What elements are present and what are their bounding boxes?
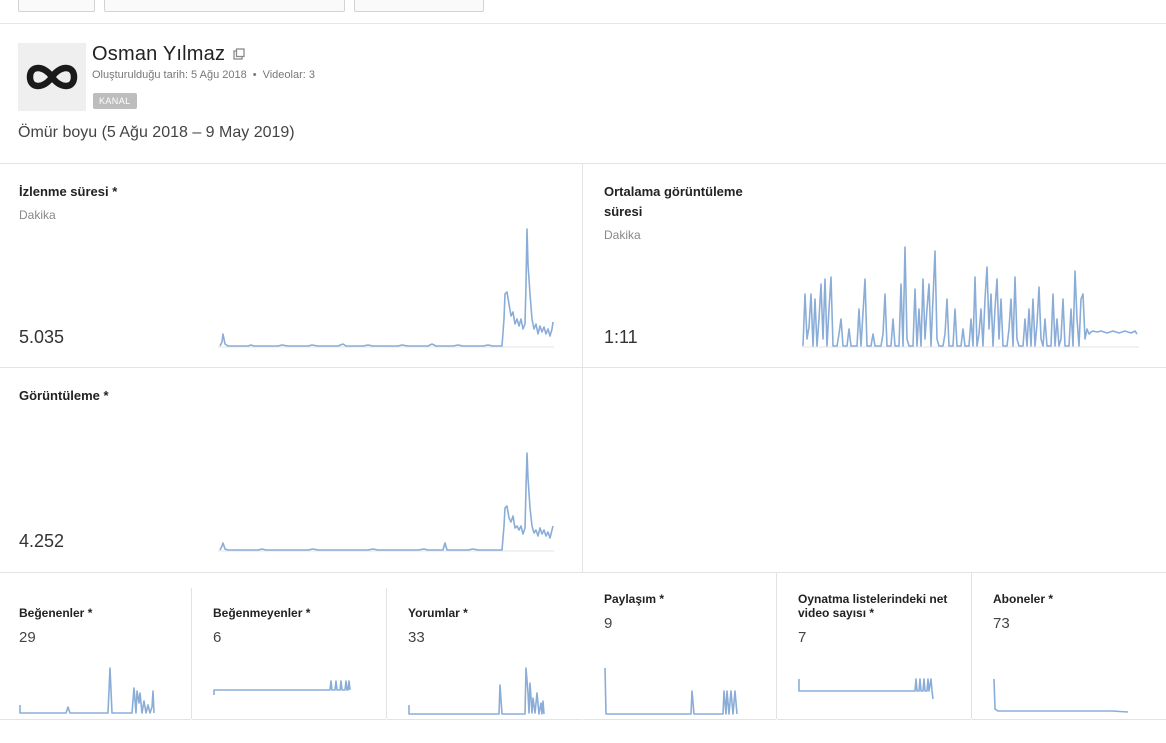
toolbar-button-3[interactable] xyxy=(354,0,484,12)
card-unit: Dakika xyxy=(604,228,641,242)
empty-panel xyxy=(583,368,1166,573)
avg-duration-sparkline xyxy=(801,246,1139,348)
likes-card[interactable]: Beğenenler * 29 xyxy=(0,573,191,720)
subscribers-sparkline xyxy=(993,678,1129,713)
shares-card[interactable]: Paylaşım * 9 xyxy=(583,573,776,720)
dislikes-sparkline xyxy=(213,680,351,695)
card-value: 9 xyxy=(604,615,613,632)
views-card[interactable]: Görüntüleme * 4.252 xyxy=(0,368,582,573)
card-title: Beğenenler * xyxy=(19,606,93,620)
video-count: Videolar: 3 xyxy=(262,69,315,81)
likes-sparkline xyxy=(19,667,155,714)
card-value: 5.035 xyxy=(19,327,65,347)
date-range[interactable]: Ömür boyu (5 Ağu 2018 – 9 May 2019) xyxy=(18,124,295,142)
shares-sparkline xyxy=(604,667,738,715)
comments-card[interactable]: Yorumlar * 33 xyxy=(387,573,582,720)
external-link-icon[interactable] xyxy=(233,48,245,60)
card-value: 4.252 xyxy=(19,531,65,551)
card-title: İzlenme süresi * xyxy=(19,184,118,199)
subscribers-card[interactable]: Aboneler * 73 xyxy=(972,573,1166,720)
card-value: 7 xyxy=(798,629,807,646)
card-title: Yorumlar * xyxy=(408,606,468,620)
infinity-icon xyxy=(26,64,78,90)
card-title: Aboneler * xyxy=(993,592,1054,606)
playlist-videos-card[interactable]: Oynatma listelerindeki net video sayısı … xyxy=(777,573,971,720)
avatar[interactable] xyxy=(18,43,86,111)
card-title: Paylaşım * xyxy=(604,592,665,606)
channel-badge: KANAL xyxy=(93,93,137,109)
dislikes-card[interactable]: Beğenmeyenler * 6 xyxy=(192,573,386,720)
playlist-sparkline xyxy=(798,678,934,700)
created-date: Oluşturulduğu tarih: 5 Ağu 2018 xyxy=(92,69,247,81)
card-value: 29 xyxy=(19,629,36,646)
card-title: Oynatma listelerindeki net video sayısı … xyxy=(798,592,948,620)
top-toolbar xyxy=(0,0,1166,24)
card-title: Ortalama görüntüleme süresi xyxy=(604,184,743,219)
views-sparkline xyxy=(218,452,554,552)
toolbar-button-1[interactable] xyxy=(18,0,95,12)
card-unit: Dakika xyxy=(19,208,56,222)
card-title: Görüntüleme * xyxy=(19,388,109,403)
channel-meta: Oluşturulduğu tarih: 5 Ağu 2018 • Videolar… xyxy=(92,69,315,81)
channel-header: Osman Yılmaz Oluşturulduğu tarih: 5 Ağu … xyxy=(0,24,1166,164)
card-value: 1:11 xyxy=(604,327,638,347)
avg-view-duration-card[interactable]: Ortalama görüntüleme süresi Dakika 1:11 xyxy=(583,164,1166,368)
card-value: 73 xyxy=(993,615,1010,632)
card-value: 6 xyxy=(213,629,222,646)
watch-time-card[interactable]: İzlenme süresi * Dakika 5.035 xyxy=(0,164,582,368)
toolbar-button-2[interactable] xyxy=(104,0,345,12)
watch-time-sparkline xyxy=(218,228,554,348)
card-value: 33 xyxy=(408,629,425,646)
card-title: Beğenmeyenler * xyxy=(213,606,311,620)
meta-separator: • xyxy=(252,69,257,81)
comments-sparkline xyxy=(408,667,545,715)
divider xyxy=(582,164,583,573)
channel-name[interactable]: Osman Yılmaz xyxy=(92,43,225,66)
